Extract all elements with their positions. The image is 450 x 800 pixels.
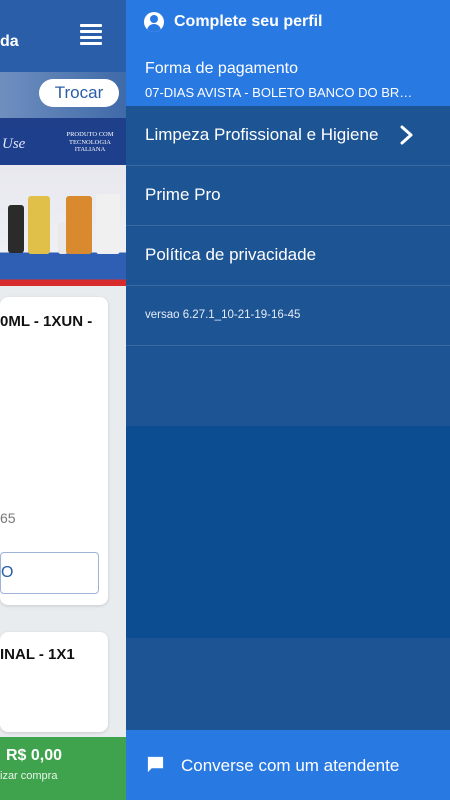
drawer-empty-area <box>126 638 450 730</box>
app-version-row: versao 6.27.1_10-21-19-16-45 <box>126 286 450 346</box>
product-card-button[interactable]: O <box>0 552 99 594</box>
product-bottle-image <box>96 194 120 254</box>
chat-bubble-icon <box>147 756 164 773</box>
complete-profile-label: Complete seu perfil <box>174 13 323 30</box>
chat-with-agent-label: Converse com um atendente <box>181 756 400 775</box>
navigation-drawer: Complete seu perfil Forma de pagamento 0… <box>126 0 450 800</box>
product-card-title: INAL - 1X1 <box>0 646 75 663</box>
background-app: da Trocar Use PRODUTO COM TECNOLOGIA ITA… <box>0 0 126 800</box>
chat-with-agent-button[interactable]: Converse com um atendente <box>126 730 450 800</box>
menu-item-label: Prime Pro <box>145 185 221 204</box>
profile-header: Complete seu perfil Forma de pagamento 0… <box>126 0 450 106</box>
menu-item-limpeza[interactable]: Limpeza Profissional e Higiene <box>126 106 450 166</box>
cart-total: R$ 0,00 <box>6 747 63 764</box>
drawer-empty-area <box>126 346 450 426</box>
chevron-right-icon <box>400 125 413 145</box>
product-bottle-image <box>28 196 50 254</box>
menu-item-label: Política de privacidade <box>145 245 317 264</box>
banner-produto-text: PRODUTO COM TECNOLOGIA ITALIANA <box>66 131 114 153</box>
account-circle-icon <box>144 12 164 32</box>
complete-profile-link[interactable]: Complete seu perfil <box>144 12 322 32</box>
payment-method-title[interactable]: Forma de pagamento <box>145 60 298 78</box>
app-header-title: da <box>0 33 19 50</box>
banner-script-text: Use <box>2 136 26 152</box>
hamburger-menu-icon[interactable] <box>80 24 102 46</box>
cart-bar[interactable]: R$ 0,00 izar compra <box>0 737 126 800</box>
menu-item-privacy-policy[interactable]: Política de privacidade <box>126 226 450 286</box>
drawer-empty-band <box>126 426 450 638</box>
menu-item-label: Limpeza Profissional e Higiene <box>145 125 379 144</box>
app-version-text: versao 6.27.1_10-21-19-16-45 <box>145 309 301 321</box>
app-header: da <box>0 0 126 72</box>
product-card-title: 0ML - 1XUN - <box>0 313 93 330</box>
product-card-price: 65 <box>0 510 16 526</box>
cart-subtext: izar compra <box>0 770 58 782</box>
trocar-button[interactable]: Trocar <box>39 79 119 107</box>
menu-item-prime-pro[interactable]: Prime Pro <box>126 166 450 226</box>
payment-method-value: 07-DIAS AVISTA - BOLETO BANCO DO BRASIL <box>145 85 420 100</box>
product-bottle-image <box>8 205 24 253</box>
product-bottle-image <box>66 196 92 254</box>
